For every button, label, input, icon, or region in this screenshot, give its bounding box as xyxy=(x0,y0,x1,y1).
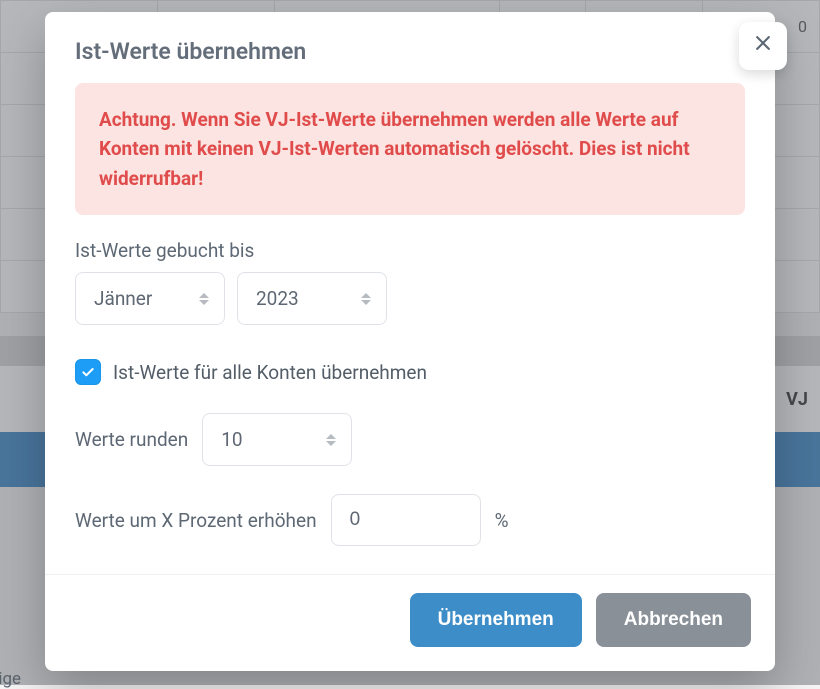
booked-until-label: Ist-Werte gebucht bis xyxy=(75,239,745,262)
cancel-button[interactable]: Abbrechen xyxy=(596,593,751,647)
round-label: Werte runden xyxy=(75,428,188,451)
warning-alert: Achtung. Wenn Sie VJ-Ist-Werte übernehme… xyxy=(75,83,745,215)
month-select[interactable]: Jänner xyxy=(75,272,225,325)
year-select[interactable]: 2023 xyxy=(237,272,387,325)
modal-ist-werte: Ist-Werte übernehmen Achtung. Wenn Sie V… xyxy=(45,12,775,671)
modal-title: Ist-Werte übernehmen xyxy=(45,12,775,83)
close-button[interactable] xyxy=(739,22,787,70)
check-icon xyxy=(80,364,96,380)
percent-label: Werte um X Prozent erhöhen xyxy=(75,509,317,532)
modal-footer: Übernehmen Abbrechen xyxy=(45,574,775,671)
year-select-value: 2023 xyxy=(256,287,299,310)
month-select-value: Jänner xyxy=(94,287,152,310)
all-accounts-checkbox[interactable] xyxy=(75,359,101,385)
submit-button[interactable]: Übernehmen xyxy=(410,593,582,647)
sort-icon xyxy=(198,292,210,306)
round-select-value: 10 xyxy=(221,428,242,451)
sort-icon xyxy=(360,292,372,306)
sort-icon xyxy=(325,433,337,447)
percent-input[interactable] xyxy=(331,494,481,546)
percent-suffix: % xyxy=(495,509,509,532)
all-accounts-label[interactable]: Ist-Werte für alle Konten übernehmen xyxy=(113,361,427,384)
round-select[interactable]: 10 xyxy=(202,413,352,466)
close-icon xyxy=(753,32,773,60)
